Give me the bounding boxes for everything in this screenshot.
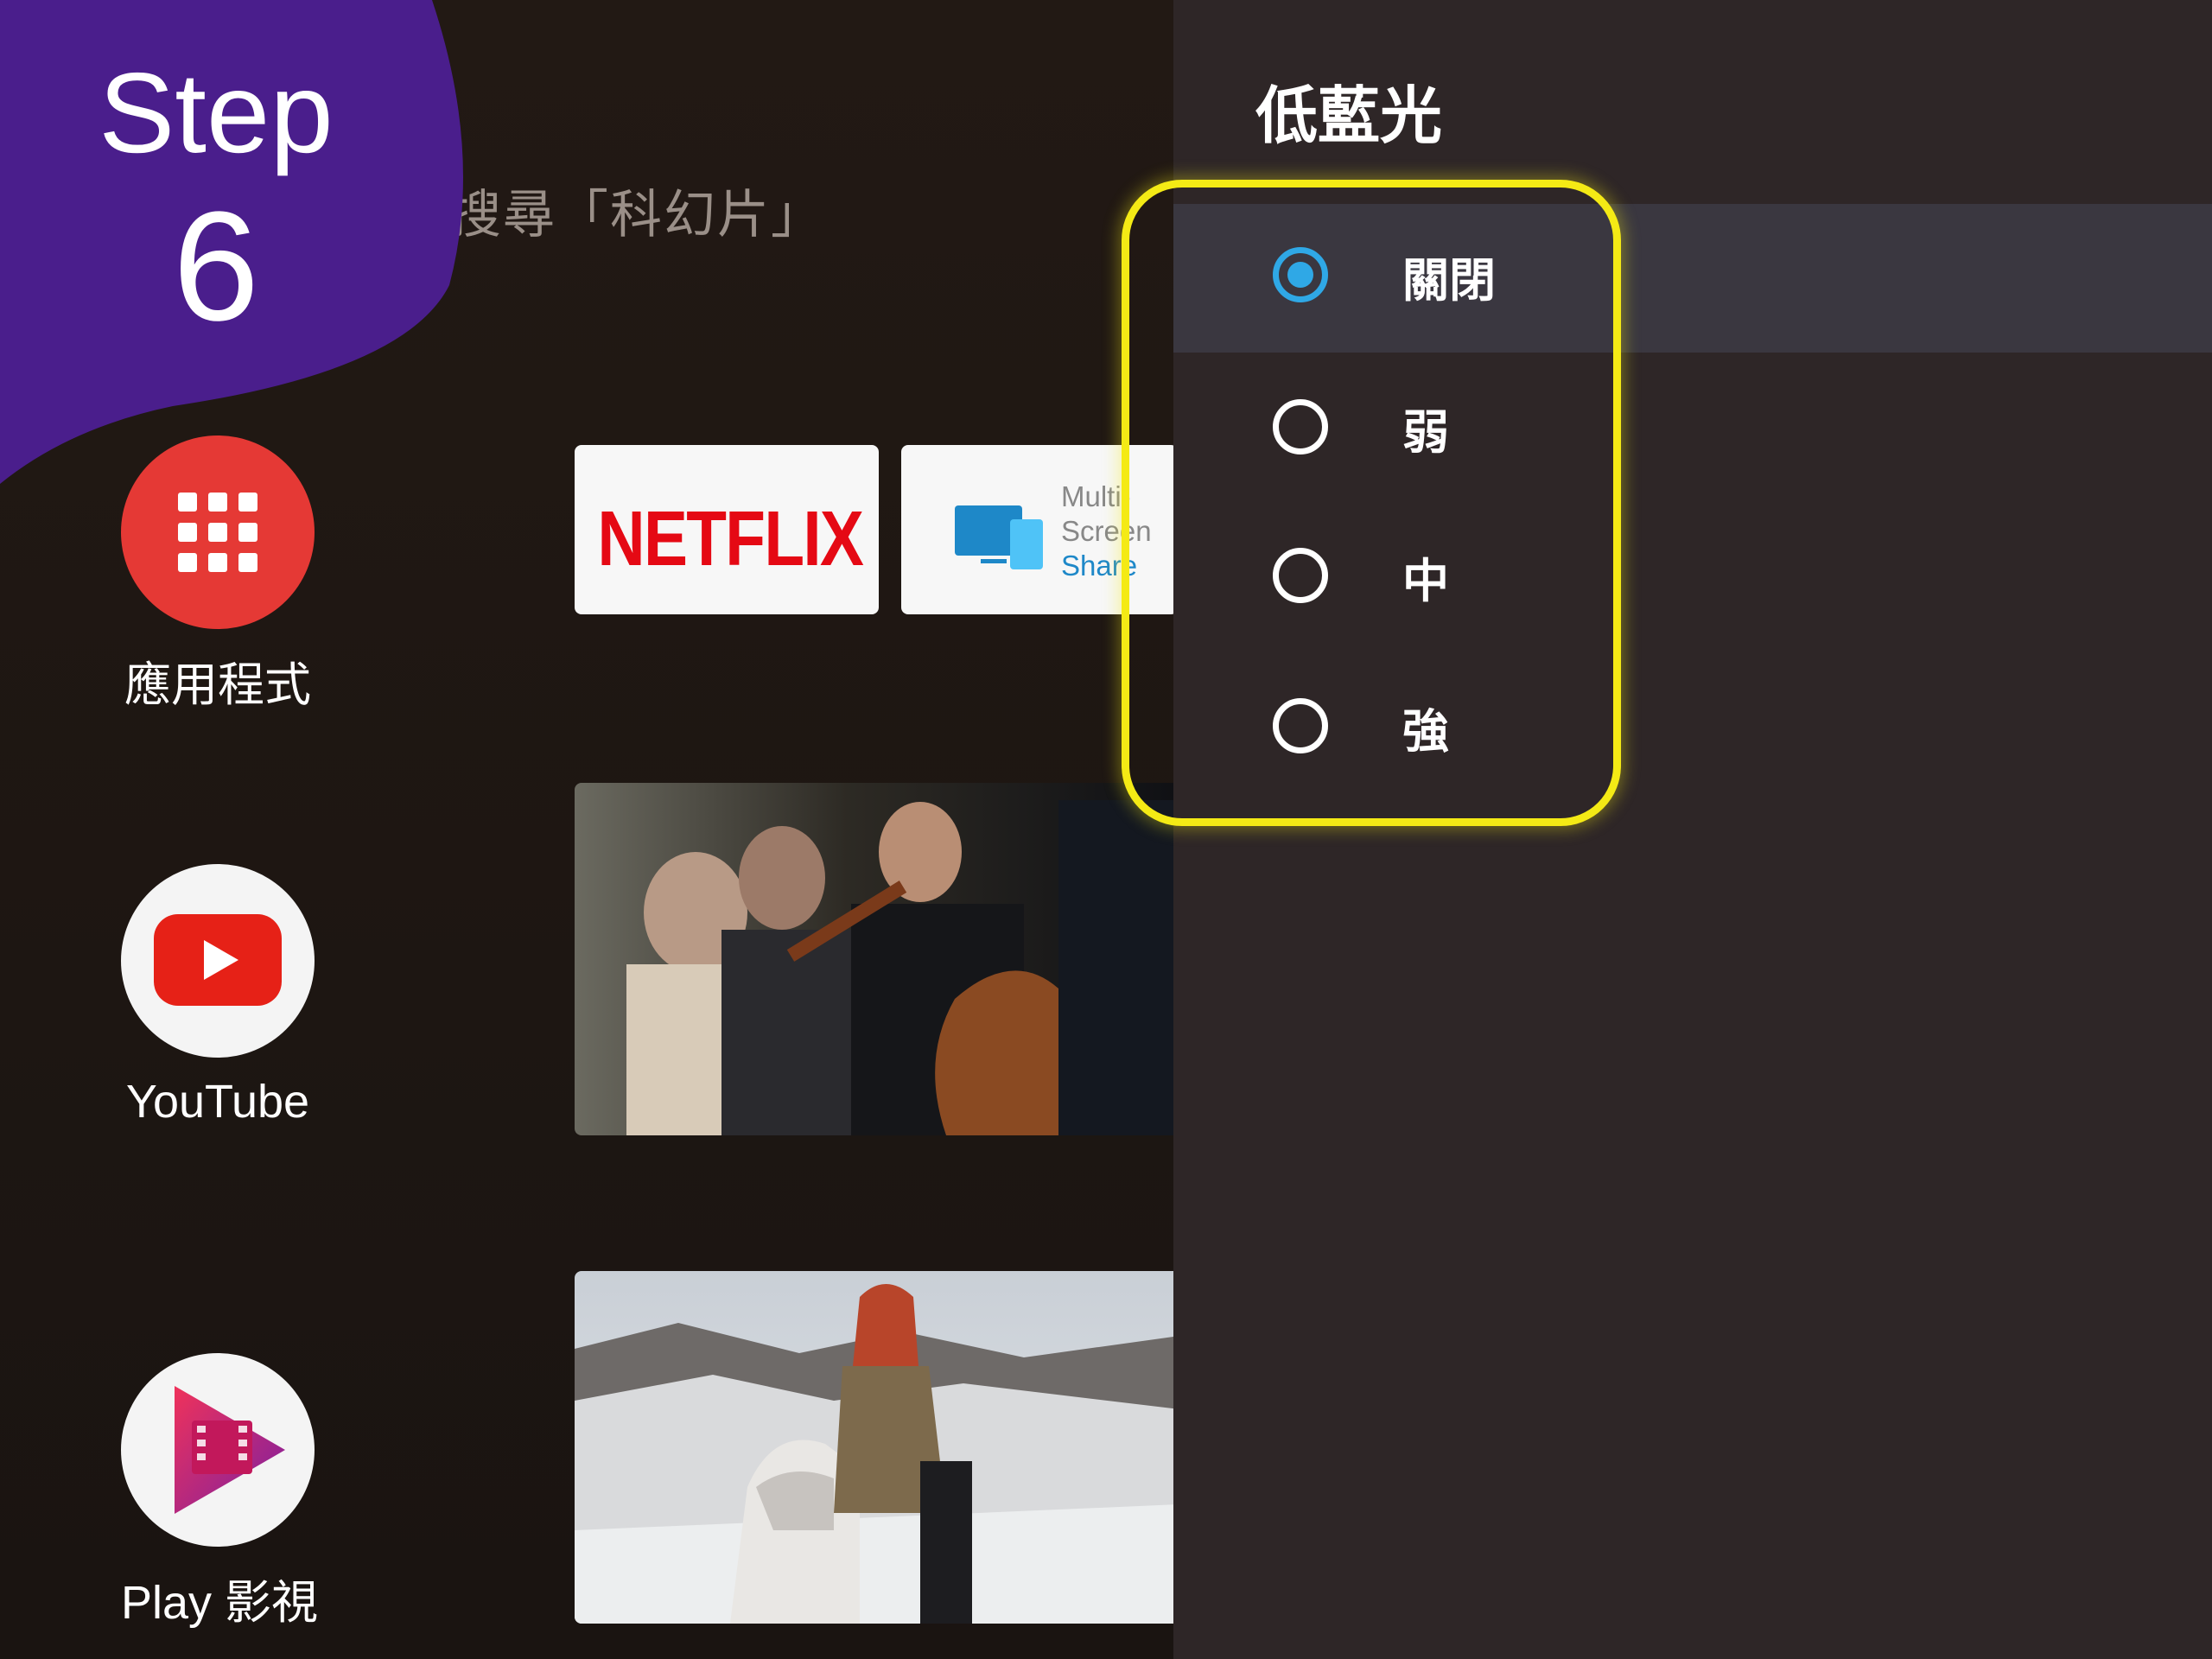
step-label: Step [99, 49, 334, 176]
panel-title: 低藍光 [1255, 79, 1443, 152]
netflix-tile[interactable]: NETFLIX [575, 445, 879, 614]
orchestra-thumbnail[interactable] [575, 783, 1173, 1135]
netflix-logo: NETFLIX [597, 496, 864, 582]
screen-share-icon [955, 505, 1043, 569]
highlight-box [1122, 180, 1621, 826]
play-movies-icon [121, 1353, 315, 1547]
step-badge: Step 6 [0, 0, 484, 484]
step-number: 6 [172, 180, 260, 353]
youtube-label: YouTube [125, 1076, 310, 1128]
orchestra-image [575, 783, 1173, 1135]
play-movies-app[interactable]: Play 影視 [121, 1353, 319, 1632]
rider-thumbnail[interactable] [575, 1271, 1173, 1624]
apps-launcher[interactable]: 應用程式 [121, 435, 315, 715]
apps-label: 應用程式 [124, 659, 311, 711]
search-hint[interactable]: 搜尋「科幻片」 [449, 173, 824, 248]
play-movies-label: Play 影視 [121, 1577, 319, 1629]
grid-icon [121, 435, 315, 629]
home-screen: 搜尋「科幻片」 Step 6 應用程式 YouTube Play 影視 NETF… [0, 0, 1173, 1659]
youtube-icon [121, 864, 315, 1058]
rider-image [575, 1271, 1173, 1624]
youtube-app[interactable]: YouTube [121, 864, 315, 1128]
